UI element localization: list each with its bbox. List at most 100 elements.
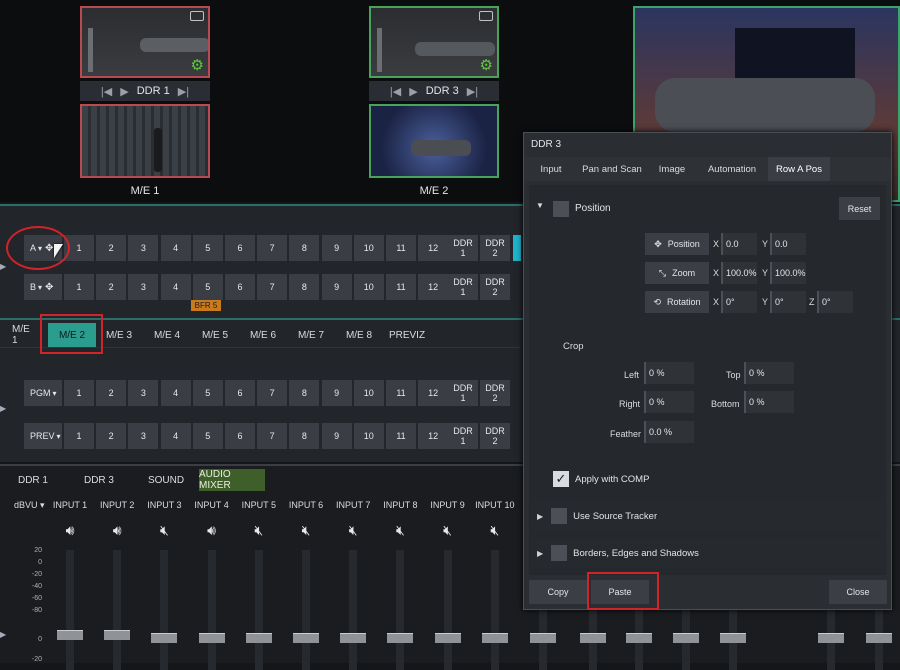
camera-icon[interactable] xyxy=(479,11,493,21)
fader-knob[interactable] xyxy=(481,633,508,643)
fader-knob[interactable] xyxy=(580,633,606,643)
bus-ddr-button[interactable]: DDR 2 xyxy=(480,380,510,406)
bus-button[interactable]: 3 xyxy=(128,380,159,406)
speaker-muted-icon[interactable]: 🔇︎ xyxy=(141,523,187,539)
fader-knob[interactable] xyxy=(866,633,892,643)
bus-button[interactable]: 6 xyxy=(225,423,255,449)
me-tab[interactable]: M/E 5 xyxy=(196,323,234,347)
bus-button[interactable]: 10 xyxy=(353,235,384,261)
fader-knob[interactable] xyxy=(673,633,699,643)
speaker-icon[interactable]: 🔊︎ xyxy=(47,523,93,539)
bus-button[interactable]: 8 xyxy=(289,380,320,406)
source-tracker-row[interactable]: ▶ Use Source Tracker xyxy=(531,501,884,531)
bus-button[interactable]: 12 xyxy=(418,380,449,406)
bus-ddr-button[interactable]: DDR 1 xyxy=(448,235,478,261)
feather-field[interactable]: 0.0 % xyxy=(644,421,694,443)
speaker-muted-icon[interactable]: 🔇︎ xyxy=(283,523,329,539)
me1-monitor[interactable] xyxy=(80,104,210,178)
play-icon[interactable]: ▶ xyxy=(120,85,128,98)
fader-knob[interactable] xyxy=(626,633,652,643)
bus-button[interactable]: 8 xyxy=(289,423,320,449)
bus-button[interactable]: 9 xyxy=(321,274,352,300)
position-button[interactable]: ✥ Position xyxy=(645,233,709,255)
bus-ddr-button[interactable]: DDR 1 xyxy=(448,423,478,449)
bus-button[interactable]: 3 xyxy=(128,274,159,300)
ddr1-monitor[interactable]: ⚙ xyxy=(80,6,210,78)
crop-left-field[interactable]: 0 % xyxy=(644,362,694,384)
next-icon[interactable]: ▶| xyxy=(467,85,478,98)
gear-icon[interactable]: ⚙ xyxy=(480,58,493,73)
dialog-tab[interactable]: Automation xyxy=(700,157,764,181)
bus-ddr-button[interactable]: DDR 2 xyxy=(480,274,510,300)
position-x-field[interactable]: 0.0 xyxy=(721,233,757,255)
me-tab[interactable]: M/E 3 xyxy=(100,323,138,347)
bus-button[interactable]: 5 xyxy=(192,423,223,449)
bottom-tab[interactable]: SOUND xyxy=(140,469,192,491)
prev-icon[interactable]: |◀ xyxy=(101,85,112,98)
bus-button[interactable]: 12 xyxy=(418,235,449,261)
fader-knob[interactable] xyxy=(293,633,319,643)
me-tab[interactable]: M/E 8 xyxy=(340,323,378,347)
position-expander[interactable]: ▼ xyxy=(536,201,544,210)
speaker-icon[interactable]: 🔊︎ xyxy=(94,523,140,539)
speaker-muted-icon[interactable]: 🔇︎ xyxy=(236,523,282,539)
bus-ddr-button[interactable]: DDR 1 xyxy=(448,274,478,300)
bus-button[interactable]: 10 xyxy=(353,423,384,449)
rotation-x-field[interactable]: 0° xyxy=(721,291,757,313)
bus-button[interactable]: 9 xyxy=(321,380,352,406)
bus-button[interactable]: 8 xyxy=(289,274,320,300)
zoom-y-field[interactable]: 100.0% xyxy=(770,262,806,284)
bus-button[interactable]: 2 xyxy=(96,423,127,449)
borders-row[interactable]: ▶ Borders, Edges and Shadows xyxy=(531,538,884,568)
crop-right-field[interactable]: 0 % xyxy=(644,391,694,413)
bus-button[interactable]: 2 xyxy=(96,380,127,406)
dialog-tab[interactable]: Row A Pos xyxy=(768,157,830,181)
bus-button[interactable]: 4 xyxy=(160,423,191,449)
bus-button[interactable]: 11 xyxy=(386,380,416,406)
fader-knob[interactable] xyxy=(818,633,844,643)
me-tab[interactable]: M/E 1 xyxy=(12,323,38,347)
bus-button[interactable]: 1 xyxy=(64,380,94,406)
bottom-tab[interactable]: AUDIO MIXER xyxy=(199,469,265,491)
bus-button[interactable]: 4 xyxy=(160,235,191,261)
fader-knob[interactable] xyxy=(57,630,83,640)
fader-knob[interactable] xyxy=(720,633,746,643)
crop-top-field[interactable]: 0 % xyxy=(744,362,794,384)
copy-button[interactable]: Copy xyxy=(529,580,587,604)
zoom-x-field[interactable]: 100.0% xyxy=(721,262,757,284)
pgm_row-label[interactable]: PGM ▾ xyxy=(24,380,62,406)
fader-knob[interactable] xyxy=(387,633,414,643)
rotation-button[interactable]: ⟲ Rotation xyxy=(645,291,709,313)
me2-monitor[interactable] xyxy=(369,104,499,178)
bus-button[interactable]: 1 xyxy=(64,274,94,300)
reset-button[interactable]: Reset xyxy=(839,197,880,220)
bus-button[interactable]: 4 xyxy=(160,274,191,300)
bus-button[interactable]: 12 xyxy=(418,423,449,449)
bus-button[interactable]: 6 xyxy=(225,380,255,406)
bus-button[interactable]: 7 xyxy=(257,423,288,449)
fader-knob[interactable] xyxy=(434,633,461,643)
bus-button[interactable]: 12 xyxy=(418,274,449,300)
bus-ddr-button[interactable]: DDR 1 xyxy=(448,380,478,406)
play-icon[interactable]: ▶ xyxy=(409,85,417,98)
speaker-muted-icon[interactable]: 🔇︎ xyxy=(425,523,471,539)
speaker-muted-icon[interactable]: 🔇︎ xyxy=(472,523,518,539)
fader-knob[interactable] xyxy=(245,633,272,643)
camera-icon[interactable] xyxy=(190,11,204,21)
speaker-muted-icon[interactable]: 🔇︎ xyxy=(330,523,376,539)
bus-button[interactable]: 11 xyxy=(386,423,416,449)
bus-button[interactable]: 11 xyxy=(386,274,416,300)
me-tab[interactable]: M/E 4 xyxy=(148,323,186,347)
bus-button[interactable]: 2 xyxy=(96,235,127,261)
me-tab[interactable]: M/E 7 xyxy=(292,323,330,347)
fader-knob[interactable] xyxy=(530,633,556,643)
dialog-tab[interactable]: Image xyxy=(652,157,692,181)
bus-button[interactable]: 9 xyxy=(321,423,352,449)
bus-button[interactable]: 6 xyxy=(225,235,255,261)
crop-bottom-field[interactable]: 0 % xyxy=(744,391,794,413)
dialog-tab[interactable]: Input xyxy=(528,157,574,181)
prev_row-label[interactable]: PREV ▾ xyxy=(24,423,62,449)
bottom-tab[interactable]: DDR 1 xyxy=(10,469,56,491)
dialog-tab[interactable]: Pan and Scan xyxy=(576,157,648,181)
row_b-label[interactable]: B ▾ ✥ xyxy=(24,274,62,300)
